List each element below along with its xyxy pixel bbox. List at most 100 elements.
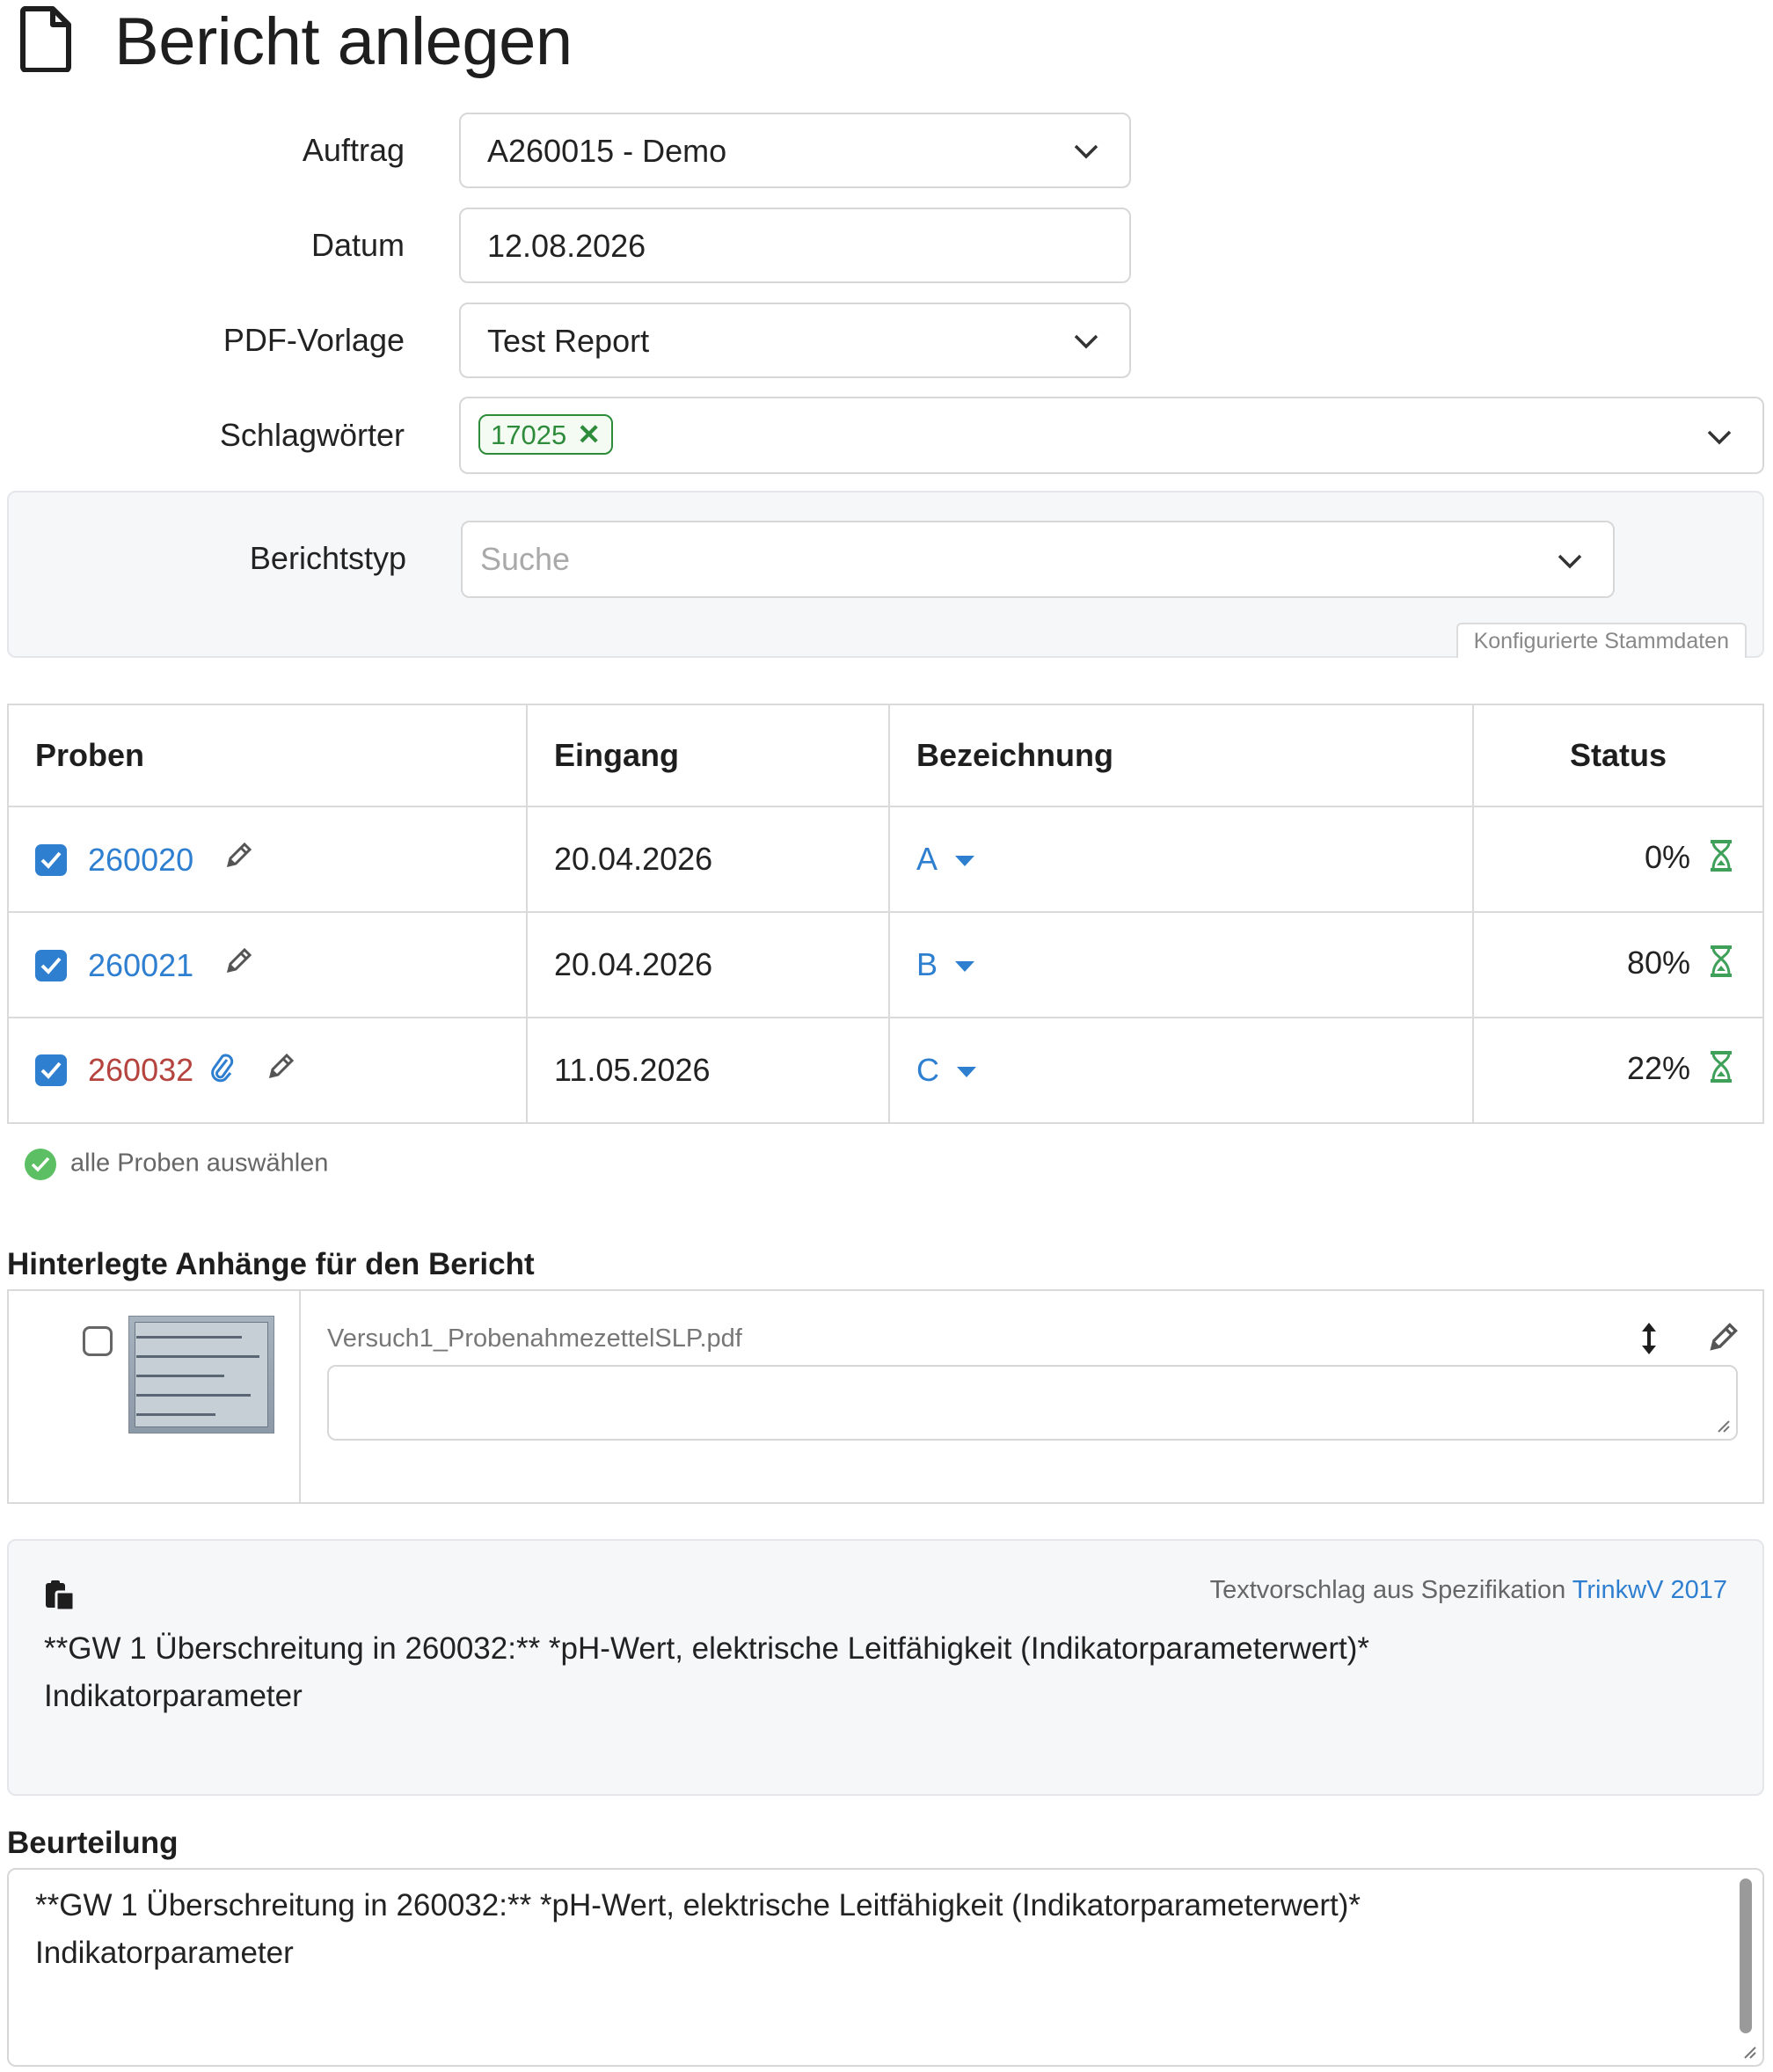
column-header-bezeichnung[interactable]: Bezeichnung xyxy=(888,704,1474,807)
table-row: 260020 20.04.2026 A 0% xyxy=(7,806,1764,913)
auftrag-select[interactable]: A260015 - Demo xyxy=(459,113,1131,188)
tag-chip: 17025 ✕ xyxy=(478,414,614,455)
sample-id-link[interactable]: 260020 xyxy=(88,842,193,878)
caret-down-icon[interactable] xyxy=(957,1067,976,1078)
pdf-vorlage-label: PDF-Vorlage xyxy=(223,322,405,358)
beurteilung-textarea[interactable]: **GW 1 Überschreitung in 260032:** *pH-W… xyxy=(7,1868,1764,2067)
attachment-filename: Versuch1_ProbenahmezettelSLP.pdf xyxy=(327,1324,742,1353)
chevron-down-icon xyxy=(1074,334,1098,349)
status-cell: 80% xyxy=(1472,911,1764,1018)
attachment-thumbnail[interactable] xyxy=(128,1316,274,1434)
sample-checkbox[interactable] xyxy=(35,843,67,876)
chevron-down-icon xyxy=(1707,430,1732,445)
resize-handle-icon[interactable] xyxy=(1713,1416,1731,1434)
berichtstyp-label: Berichtstyp xyxy=(249,540,406,576)
proben-cell: 260021 xyxy=(7,911,528,1018)
chevron-down-icon xyxy=(1558,554,1582,569)
attachment-divider xyxy=(299,1291,301,1502)
beurteilung-text: **GW 1 Überschreitung in 260032:** *pH-W… xyxy=(35,1882,1706,1977)
status-percent: 80% xyxy=(1626,944,1690,981)
hourglass-icon xyxy=(1708,945,1734,986)
beurteilung-line: **GW 1 Überschreitung in 260032:** *pH-W… xyxy=(35,1888,1361,1922)
berichtstyp-select[interactable]: Suche xyxy=(461,521,1615,598)
samples-table: Proben Eingang Bezeichnung Status 260020… xyxy=(7,704,1764,1124)
attachment-description-textarea[interactable] xyxy=(327,1365,1738,1441)
thumbnail-line xyxy=(136,1336,242,1339)
sample-id-link[interactable]: 260032 xyxy=(88,1052,193,1088)
pdf-vorlage-select[interactable]: Test Report xyxy=(459,303,1131,378)
status-cell: 22% xyxy=(1472,1017,1764,1124)
text-suggestion-panel: Textvorschlag aus Spezifikation TrinkwV … xyxy=(7,1539,1764,1796)
schlagwoerter-select[interactable]: 17025 ✕ xyxy=(459,397,1764,474)
bezeichnung-value[interactable]: A xyxy=(916,841,938,877)
pdf-vorlage-value: Test Report xyxy=(487,323,650,359)
suggestion-line: Indikatorparameter xyxy=(44,1679,303,1713)
pencil-icon[interactable] xyxy=(266,1052,296,1090)
thumbnail-line xyxy=(136,1413,215,1416)
table-row: 260032 11.05.2026 C 22% xyxy=(7,1017,1764,1124)
datum-value: 12.08.2026 xyxy=(487,228,646,264)
berichtstyp-panel: Berichtstyp Suche Konfigurierte Stammdat… xyxy=(7,491,1764,658)
pencil-icon[interactable] xyxy=(1706,1321,1740,1359)
suggestion-source-prefix: Textvorschlag aus Spezifikation xyxy=(1209,1576,1566,1604)
konfigurierte-stammdaten-badge[interactable]: Konfigurierte Stammdaten xyxy=(1456,623,1747,658)
attachment-item: Versuch1_ProbenahmezettelSLP.pdf xyxy=(7,1289,1764,1504)
sample-checkbox[interactable] xyxy=(35,949,67,981)
spezifikation-link[interactable]: TrinkwV 2017 xyxy=(1572,1576,1727,1604)
status-percent: 0% xyxy=(1644,838,1690,875)
schlagwoerter-label: Schlagwörter xyxy=(219,417,405,453)
suggestion-line: **GW 1 Überschreitung in 260032:** *pH-W… xyxy=(44,1631,1369,1666)
pencil-icon[interactable] xyxy=(223,841,253,879)
bezeichnung-value[interactable]: C xyxy=(916,1052,939,1088)
resize-handle-icon[interactable] xyxy=(1740,2042,1757,2060)
column-header-eingang[interactable]: Eingang xyxy=(526,704,890,807)
hourglass-icon xyxy=(1708,1050,1734,1091)
paste-icon[interactable] xyxy=(44,1580,76,1616)
eingang-cell: 20.04.2026 xyxy=(526,911,890,1018)
status-cell: 0% xyxy=(1472,806,1764,913)
bezeichnung-value[interactable]: B xyxy=(916,946,938,982)
tag-label: 17025 xyxy=(491,420,567,450)
bezeichnung-cell[interactable]: C xyxy=(888,1017,1474,1124)
proben-cell: 260032 xyxy=(7,1017,528,1124)
select-all-label: alle Proben auswählen xyxy=(70,1149,329,1178)
table-header-row: Proben Eingang Bezeichnung Status xyxy=(7,704,1764,807)
pencil-icon[interactable] xyxy=(223,946,253,984)
auftrag-label: Auftrag xyxy=(302,132,405,168)
eingang-cell: 20.04.2026 xyxy=(526,806,890,913)
chevron-down-icon xyxy=(1074,144,1098,159)
scrollbar[interactable] xyxy=(1740,1879,1752,2033)
thumbnail-line xyxy=(136,1355,259,1358)
datum-input[interactable]: 12.08.2026 xyxy=(459,208,1131,283)
drag-handle-icon[interactable] xyxy=(1639,1321,1659,1361)
caret-down-icon[interactable] xyxy=(955,961,975,973)
status-percent: 22% xyxy=(1626,1049,1690,1086)
berichtstyp-placeholder: Suche xyxy=(480,541,571,577)
beurteilung-line: Indikatorparameter xyxy=(35,1936,294,1970)
sample-checkbox[interactable] xyxy=(35,1054,67,1087)
attachments-title: Hinterlegte Anhänge für den Bericht xyxy=(7,1247,535,1281)
column-header-status[interactable]: Status xyxy=(1472,704,1764,807)
beurteilung-label: Beurteilung xyxy=(7,1826,179,1860)
bezeichnung-cell[interactable]: B xyxy=(888,911,1474,1018)
file-icon xyxy=(19,5,72,73)
bezeichnung-cell[interactable]: A xyxy=(888,806,1474,913)
auftrag-value: A260015 - Demo xyxy=(487,133,727,169)
select-all-toggle[interactable]: alle Proben auswählen xyxy=(25,1149,328,1180)
suggestion-text: **GW 1 Überschreitung in 260032:** *pH-W… xyxy=(44,1625,1715,1720)
page-title: Bericht anlegen xyxy=(114,4,573,79)
attachment-checkbox[interactable] xyxy=(83,1326,113,1356)
thumbnail-line xyxy=(136,1394,251,1397)
thumbnail-line xyxy=(136,1375,224,1377)
hourglass-icon xyxy=(1708,839,1734,880)
eingang-cell: 11.05.2026 xyxy=(526,1017,890,1124)
check-circle-icon xyxy=(25,1149,56,1180)
caret-down-icon[interactable] xyxy=(955,856,975,867)
proben-cell: 260020 xyxy=(7,806,528,913)
table-row: 260021 20.04.2026 B 80% xyxy=(7,911,1764,1018)
column-header-proben[interactable]: Proben xyxy=(7,704,528,807)
sample-id-link[interactable]: 260021 xyxy=(88,947,193,983)
suggestion-source: Textvorschlag aus Spezifikation TrinkwV … xyxy=(1210,1576,1727,1605)
remove-tag-icon[interactable]: ✕ xyxy=(577,419,601,450)
paperclip-icon[interactable] xyxy=(209,1051,236,1091)
